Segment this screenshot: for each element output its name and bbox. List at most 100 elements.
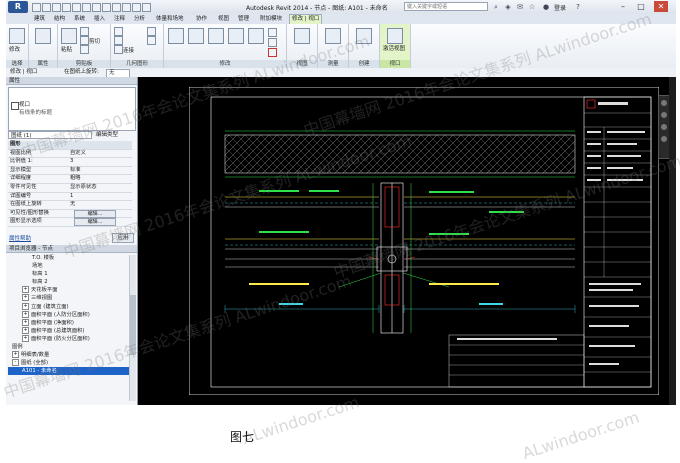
expand-icon[interactable]: +	[22, 286, 29, 294]
cut-geometry-icon[interactable]	[114, 36, 123, 45]
group-geometry: 连接 几何图形	[111, 24, 164, 68]
edit-button[interactable]: 编辑...	[74, 209, 116, 218]
search-input[interactable]: 键入关键字或短语	[404, 2, 488, 11]
wall-joins-icon[interactable]	[147, 27, 156, 36]
view-icon[interactable]	[294, 28, 310, 44]
paste-icon[interactable]	[61, 28, 77, 44]
property-row: 详细程度 粗略	[8, 175, 132, 184]
properties-help-link[interactable]: 属性帮助	[9, 234, 31, 242]
activate-view-icon[interactable]	[387, 28, 403, 44]
browser-item[interactable]: + 立面 (建筑立面)	[8, 302, 129, 311]
trim-icon[interactable]	[268, 28, 277, 37]
properties-icon[interactable]	[35, 28, 51, 44]
browser-item[interactable]: 标高 2	[8, 278, 129, 286]
user-icon[interactable]: ●	[542, 3, 550, 11]
match-properties-icon[interactable]	[80, 45, 89, 54]
browser-item[interactable]: + 面积平面 (总建筑面积)	[8, 326, 129, 335]
expand-icon[interactable]: +	[22, 334, 29, 342]
login-link[interactable]: 登录	[554, 3, 566, 12]
tab-systems[interactable]: 系统	[72, 15, 87, 24]
align-icon[interactable]	[168, 28, 184, 44]
3d-view-icon[interactable]	[102, 3, 111, 12]
property-value[interactable]: 标准	[70, 167, 81, 175]
tab-manage[interactable]: 管理	[236, 15, 251, 24]
property-value[interactable]: 粗略	[70, 175, 81, 183]
group-label-select[interactable]: 选择	[6, 60, 28, 68]
tab-annotate[interactable]: 注释	[112, 15, 127, 24]
split-icon[interactable]	[268, 38, 277, 47]
search-icon[interactable]: ⌕	[492, 3, 500, 11]
measure-icon[interactable]	[82, 3, 91, 12]
join-icon[interactable]	[114, 45, 123, 54]
copy-to-clipboard-icon[interactable]	[80, 27, 89, 36]
group-label-properties: 属性	[29, 60, 57, 68]
expand-icon[interactable]: -	[12, 359, 19, 367]
tab-architecture[interactable]: 建筑	[32, 15, 47, 24]
property-value[interactable]: 无	[70, 201, 75, 209]
move-icon[interactable]	[228, 28, 244, 44]
expand-icon[interactable]: +	[12, 351, 19, 359]
close-hidden-icon[interactable]	[132, 3, 141, 12]
subscription-icon[interactable]: ◈	[504, 3, 512, 11]
application-menu-button[interactable]: R	[8, 1, 28, 13]
tab-collaborate[interactable]: 协作	[194, 15, 209, 24]
redo-icon[interactable]	[62, 3, 71, 12]
group-label-create[interactable]: 创建	[349, 60, 379, 68]
browser-item[interactable]: + 面积平面 (防火分区面积)	[8, 334, 129, 343]
text-icon[interactable]	[92, 3, 101, 12]
activate-view-label[interactable]: 激活视图	[383, 44, 405, 52]
browser-item-label: 明细表/数量	[21, 352, 50, 359]
property-value[interactable]: 显示原状态	[70, 184, 97, 192]
thin-lines-icon[interactable]	[122, 3, 131, 12]
tab-view[interactable]: 视图	[216, 15, 231, 24]
communication-icon[interactable]: ✉	[516, 3, 524, 11]
browser-item[interactable]: + 面积平面 (净面积)	[8, 318, 129, 327]
modify-cursor-icon[interactable]	[9, 28, 25, 44]
switch-windows-icon[interactable]	[142, 3, 151, 12]
pan-icon[interactable]	[661, 124, 667, 130]
tab-addins[interactable]: 附加模块	[258, 15, 284, 24]
expand-icon[interactable]: +	[22, 294, 29, 302]
offset-icon[interactable]	[188, 28, 204, 44]
expand-icon[interactable]: +	[22, 326, 29, 334]
rotate-icon[interactable]	[248, 28, 264, 44]
property-value[interactable]: 3	[70, 158, 73, 166]
favorites-icon[interactable]: ☆	[528, 3, 536, 11]
tab-modify-viewport[interactable]: 修改 | 视口	[289, 14, 323, 24]
steering-wheel-icon[interactable]	[661, 100, 667, 106]
print-icon[interactable]	[72, 3, 81, 12]
browser-item[interactable]: + 面积平面 (人防分区面积)	[8, 310, 129, 319]
expand-icon[interactable]: +	[22, 302, 29, 310]
help-icon[interactable]: ?	[574, 3, 582, 11]
expand-icon[interactable]: +	[22, 318, 29, 326]
expand-icon[interactable]: +	[22, 310, 29, 318]
browser-item[interactable]: 场地	[8, 262, 129, 270]
property-key: 在图纸上旋转	[10, 201, 42, 208]
group-clipboard: 粘贴 剪切 剪贴板	[58, 24, 111, 68]
browser-item[interactable]: + 三维视图	[8, 294, 129, 302]
browser-scrollbar[interactable]	[129, 255, 136, 401]
cut-icon[interactable]	[80, 36, 89, 45]
tab-insert[interactable]: 插入	[92, 15, 107, 24]
property-value[interactable]: 自定义	[70, 150, 86, 158]
section-icon[interactable]	[112, 3, 121, 12]
orbit-icon[interactable]	[661, 136, 667, 142]
window-title: Autodesk Revit 2014 - 节点 - 图纸: A101 - 未命…	[246, 5, 388, 12]
zoom-icon[interactable]	[661, 112, 667, 118]
canvas-scrollbar[interactable]	[669, 77, 676, 405]
paint-icon[interactable]	[147, 36, 156, 45]
save-icon[interactable]	[42, 3, 51, 12]
browser-item[interactable]: 标高 1	[8, 270, 129, 278]
undo-icon[interactable]	[52, 3, 61, 12]
mirror-icon[interactable]	[208, 28, 224, 44]
close-button[interactable]: ✕	[654, 1, 668, 12]
property-value[interactable]: 1	[70, 193, 73, 201]
open-icon[interactable]	[32, 3, 41, 12]
tab-analyze[interactable]: 分析	[132, 15, 147, 24]
cope-icon[interactable]	[114, 27, 123, 36]
tab-structure[interactable]: 结构	[52, 15, 67, 24]
tab-massing-site[interactable]: 体量和场地	[154, 15, 186, 24]
browser-item-label: 三维视图	[31, 295, 53, 302]
browser-item[interactable]: + 天花板平面	[8, 286, 129, 294]
type-name: 视口	[19, 102, 31, 108]
